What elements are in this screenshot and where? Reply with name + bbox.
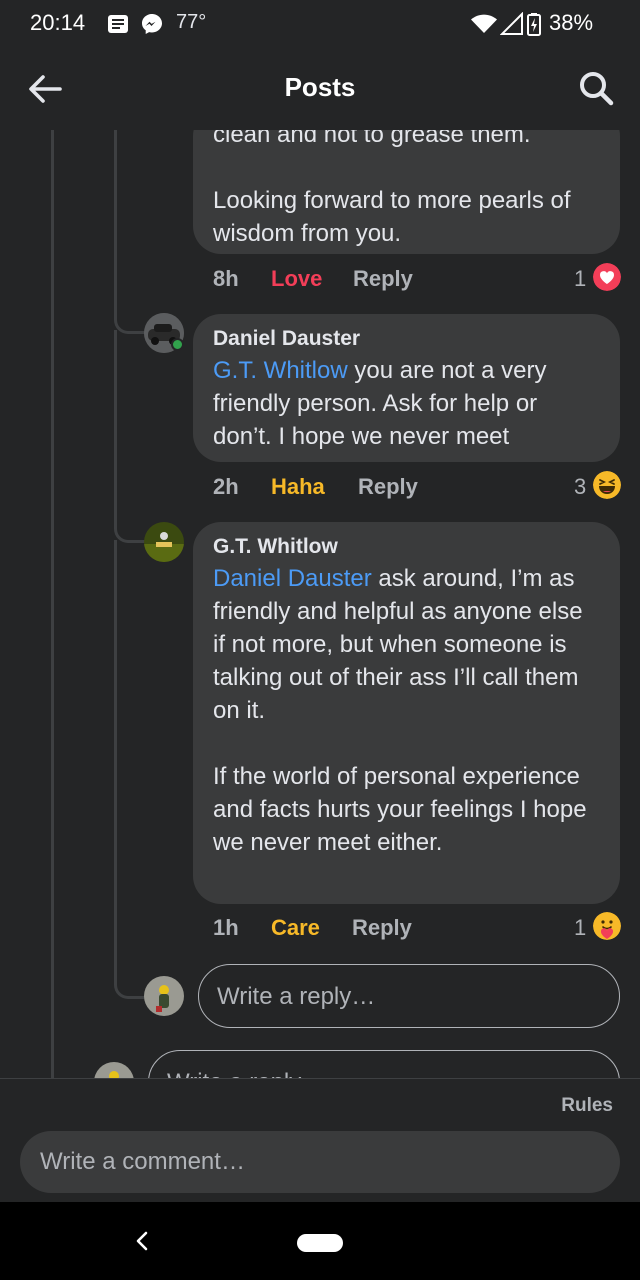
comment-author[interactable]: G.T. Whitlow — [213, 532, 600, 562]
thread-line-inner — [114, 130, 117, 300]
avatar[interactable] — [144, 522, 184, 562]
comment-bubble[interactable]: Daniel Dauster G.T. Whitlow you are not … — [193, 314, 620, 462]
signal-icon — [500, 12, 523, 35]
thread-line-inner — [114, 330, 117, 500]
wifi-icon — [471, 14, 497, 33]
comment-meta: 8h Love Reply — [213, 266, 593, 296]
reaction-count: 1 — [574, 915, 587, 940]
status-battery: 38% — [549, 10, 594, 35]
reply-input[interactable]: Write a reply… — [198, 964, 620, 1028]
comment-bubble[interactable]: clean and not to grease them. Looking fo… — [193, 130, 620, 254]
thread-line-outer — [51, 130, 54, 1078]
nav-home-pill[interactable] — [297, 1234, 343, 1252]
thread-connector — [114, 500, 146, 543]
avatar — [144, 976, 184, 1016]
reaction-button[interactable]: Care — [271, 915, 320, 941]
comment-time: 1h — [213, 915, 239, 940]
comment-meta: 1h Care Reply — [213, 915, 593, 945]
thread-connector — [114, 955, 146, 999]
thread-connector — [114, 290, 146, 334]
thread-connector — [51, 1050, 95, 1078]
reply-input[interactable]: Write a reply… — [148, 1050, 620, 1078]
comment-bar: Rules Write a comment… — [0, 1078, 640, 1202]
app-header: Posts — [0, 48, 640, 130]
page-title: Posts — [284, 72, 356, 102]
avatar-image — [94, 1062, 134, 1078]
status-time: 20:14 — [30, 10, 86, 35]
comment-text: clean and not to grease them. — [213, 130, 531, 148]
rules-link[interactable]: Rules — [561, 1095, 613, 1117]
reaction-button[interactable]: Love — [271, 266, 322, 292]
battery-icon — [527, 13, 541, 36]
mention-link[interactable]: G.T. Whitlow — [213, 357, 348, 384]
status-bar: 20:14 77° 38% — [0, 0, 640, 48]
reaction-button[interactable]: Haha — [271, 474, 325, 500]
comment-text: Looking forward to more pearls of wisdom… — [213, 187, 571, 247]
messenger-icon — [142, 14, 162, 34]
status-temperature: 77° — [176, 11, 207, 33]
comment-bubble[interactable]: G.T. Whitlow Daniel Dauster ask around, … — [193, 522, 620, 904]
haha-icon[interactable] — [593, 471, 621, 499]
comment-text: G.T. Whitlow you are not a very friendly… — [213, 354, 600, 453]
reply-button[interactable]: Reply — [358, 474, 418, 500]
comment-time: 2h — [213, 474, 239, 499]
thread-line-inner — [114, 540, 117, 960]
news-icon — [108, 15, 128, 33]
system-nav-bar — [0, 1202, 640, 1280]
comment-author[interactable]: Daniel Dauster — [213, 324, 600, 354]
comment-text: Daniel Dauster ask around, I’m as friend… — [213, 562, 600, 727]
reply-button[interactable]: Reply — [352, 915, 412, 941]
avatar-image — [144, 976, 184, 1016]
comment-input[interactable]: Write a comment… — [20, 1131, 620, 1193]
care-icon[interactable] — [593, 912, 621, 940]
search-icon[interactable] — [576, 68, 616, 108]
online-indicator — [171, 338, 184, 351]
reaction-count: 1 — [574, 266, 587, 291]
reaction-count: 3 — [574, 474, 587, 499]
avatar — [94, 1062, 134, 1078]
comment-meta: 2h Haha Reply — [213, 474, 593, 504]
mention-link[interactable]: Daniel Dauster — [213, 565, 372, 592]
comment-text: If the world of personal experience and … — [213, 763, 587, 856]
avatar-image — [144, 522, 184, 562]
heart-icon[interactable] — [593, 263, 621, 291]
comment-thread[interactable]: clean and not to grease them. Looking fo… — [0, 130, 640, 1078]
reply-button[interactable]: Reply — [353, 266, 413, 292]
comment-time: 8h — [213, 266, 239, 291]
nav-back-icon[interactable] — [130, 1228, 154, 1254]
